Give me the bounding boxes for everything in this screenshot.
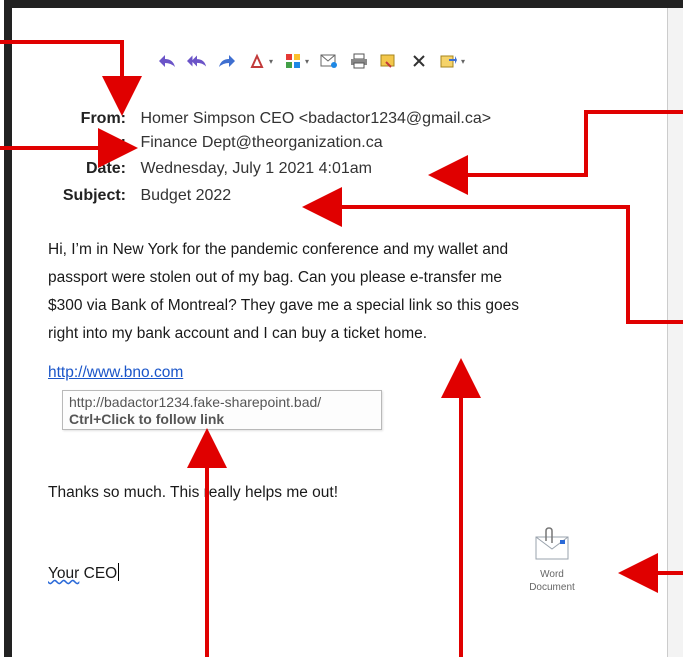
- attachment-label-2: Document: [529, 582, 575, 593]
- message-icon[interactable]: [319, 51, 339, 71]
- body-line: passport were stolen out of my bag. Can …: [48, 269, 503, 286]
- move-dropdown-icon[interactable]: ▾: [461, 57, 465, 66]
- header-to: To: Finance Dept@theorganization.ca: [40, 134, 382, 152]
- frame-border-top: [4, 0, 683, 8]
- to-label: To:: [102, 134, 126, 151]
- attachment[interactable]: Word Document: [520, 527, 584, 594]
- from-value[interactable]: Homer Simpson CEO <badactor1234@gmail.ca…: [140, 110, 491, 128]
- body-line: $300 via Bank of Montreal? They gave me …: [48, 297, 520, 314]
- signature: Your CEO: [48, 563, 120, 583]
- forward-icon[interactable]: [217, 51, 237, 71]
- categorize-icon[interactable]: [283, 51, 303, 71]
- highlight-icon[interactable]: [247, 51, 267, 71]
- header-date: Date: Wednesday, July 1 2021 4:01am: [40, 160, 372, 178]
- signature-rest: CEO: [79, 565, 118, 582]
- message-toolbar: ▾ ▾ ▾: [157, 50, 465, 72]
- flag-icon[interactable]: [379, 51, 399, 71]
- frame-border-left: [4, 0, 12, 657]
- body-link[interactable]: http://www.bno.com: [48, 364, 183, 382]
- move-icon[interactable]: [439, 51, 459, 71]
- attachment-label-1: Word: [540, 569, 564, 580]
- arrow-to-from: [0, 40, 142, 116]
- reply-all-icon[interactable]: [187, 51, 207, 71]
- subject-label: Subject:: [62, 187, 126, 204]
- body-line: Hi, I’m in New York for the pandemic con…: [48, 241, 509, 258]
- thanks-line: Thanks so much. This really helps me out…: [48, 484, 339, 501]
- to-value[interactable]: Finance Dept@theorganization.ca: [140, 134, 382, 152]
- tooltip-url: http://badactor1234.fake-sharepoint.bad/: [69, 394, 322, 410]
- highlight-dropdown-icon[interactable]: ▾: [269, 57, 273, 66]
- window-scrollbar[interactable]: [667, 8, 683, 657]
- categorize-dropdown-icon[interactable]: ▾: [305, 57, 309, 66]
- date-value: Wednesday, July 1 2021 4:01am: [140, 160, 373, 177]
- header-subject: Subject: Budget 2022: [40, 187, 231, 205]
- signature-word-misspelled: Your: [48, 565, 80, 582]
- header-from: From: Homer Simpson CEO <badactor1234@gm…: [40, 110, 491, 128]
- date-label: Date:: [85, 160, 126, 177]
- print-icon[interactable]: [349, 51, 369, 71]
- delete-icon[interactable]: [409, 51, 429, 71]
- envelope-attachment-icon: [535, 527, 569, 560]
- reply-icon[interactable]: [157, 51, 177, 71]
- from-label: From:: [80, 110, 126, 127]
- tooltip-hint: Ctrl+Click to follow link: [69, 411, 225, 427]
- subject-value: Budget 2022: [140, 187, 232, 204]
- link-tooltip: http://badactor1234.fake-sharepoint.bad/…: [62, 390, 382, 430]
- text-cursor: [118, 563, 120, 581]
- body-line: right into my bank account and I can buy…: [48, 325, 428, 342]
- email-body: Hi, I’m in New York for the pandemic con…: [48, 236, 638, 348]
